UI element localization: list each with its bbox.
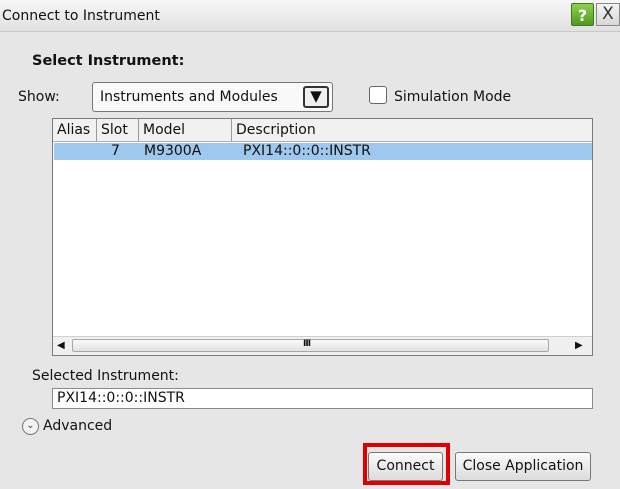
chevron-down-icon[interactable]: ▼ xyxy=(303,86,329,108)
close-window-button[interactable]: X xyxy=(596,3,620,26)
simulation-mode-checkbox[interactable] xyxy=(369,86,387,104)
title-bar: Connect to Instrument ? X xyxy=(0,0,620,32)
instrument-list[interactable]: Alias Slot Model Description 7 M9300A PX… xyxy=(52,118,593,356)
selected-instrument-field: PXI14::0::0::INSTR xyxy=(52,388,593,409)
show-filter-dropdown[interactable]: Instruments and Modules ▼ xyxy=(92,82,333,112)
scroll-thumb[interactable]: III xyxy=(72,339,549,352)
show-label: Show: xyxy=(18,89,60,105)
cell-slot: 7 xyxy=(111,143,120,159)
show-filter-value: Instruments and Modules xyxy=(100,89,278,105)
cell-description: PXI14::0::0::INSTR xyxy=(243,143,371,159)
cell-model: M9300A xyxy=(144,143,202,159)
selected-instrument-label: Selected Instrument: xyxy=(32,368,179,384)
horizontal-scrollbar[interactable]: ◀ III ▶ xyxy=(53,336,592,355)
list-header: Alias Slot Model Description xyxy=(53,119,592,142)
scroll-grip: III xyxy=(303,339,311,349)
connect-button[interactable]: Connect xyxy=(368,452,443,481)
expand-advanced-icon[interactable]: ⌄ xyxy=(22,418,39,435)
simulation-mode-label[interactable]: Simulation Mode xyxy=(394,89,511,105)
column-header-alias[interactable]: Alias xyxy=(53,119,97,141)
advanced-label[interactable]: Advanced xyxy=(43,418,112,434)
scroll-left-icon[interactable]: ◀ xyxy=(57,337,69,355)
column-header-description[interactable]: Description xyxy=(232,119,592,141)
close-application-button[interactable]: Close Application xyxy=(455,452,591,481)
selected-instrument-value: PXI14::0::0::INSTR xyxy=(57,390,185,406)
table-row[interactable]: 7 M9300A PXI14::0::0::INSTR xyxy=(54,143,592,160)
window-title: Connect to Instrument xyxy=(2,8,160,24)
column-header-model[interactable]: Model xyxy=(139,119,232,141)
column-header-slot[interactable]: Slot xyxy=(97,119,139,141)
select-instrument-heading: Select Instrument: xyxy=(32,53,185,69)
scroll-right-icon[interactable]: ▶ xyxy=(575,337,587,355)
help-button[interactable]: ? xyxy=(571,3,594,26)
